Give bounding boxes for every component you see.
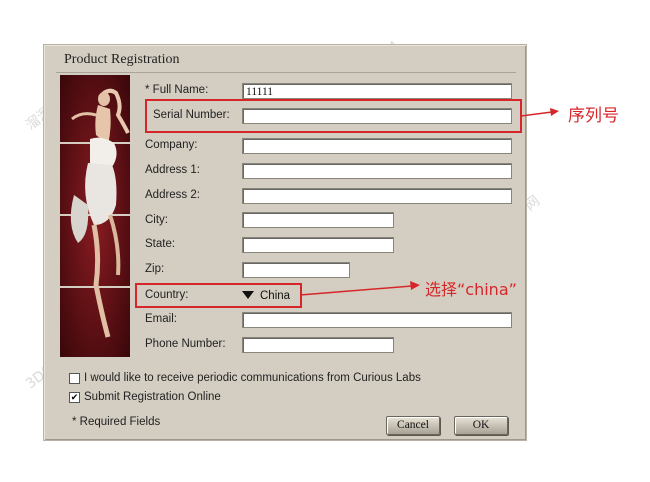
submit-online-checkbox[interactable]: ✔ (69, 392, 80, 403)
cancel-button[interactable]: Cancel (386, 416, 440, 435)
dialog-title: Product Registration (64, 52, 180, 67)
ok-button[interactable]: OK (454, 416, 508, 435)
email-field[interactable] (242, 312, 512, 328)
company-field[interactable] (242, 138, 512, 154)
state-field[interactable] (242, 237, 394, 253)
phone-label: Phone Number: (145, 338, 226, 350)
full-name-label: * Full Name: (145, 84, 209, 96)
checkmark-icon: ✔ (70, 392, 79, 402)
address1-field[interactable] (242, 163, 512, 179)
country-annotation-text: 选择“china” (425, 280, 517, 299)
communications-checkbox[interactable] (69, 373, 80, 384)
zip-field[interactable] (242, 262, 350, 278)
dancer-image (60, 75, 130, 357)
state-label: State: (145, 238, 176, 250)
country-highlight-box (135, 283, 302, 308)
serial-highlight-box (145, 99, 522, 133)
required-fields-note: * Required Fields (72, 416, 161, 428)
communications-label: I would like to receive periodic communi… (84, 372, 421, 384)
address2-field[interactable] (242, 188, 512, 204)
full-name-field[interactable]: 11111 (242, 83, 512, 99)
address1-label: Address 1: (145, 164, 200, 176)
email-label: Email: (145, 313, 177, 325)
phone-field[interactable] (242, 337, 394, 353)
company-label: Company: (145, 139, 198, 151)
zip-label: Zip: (145, 263, 165, 275)
address2-label: Address 2: (145, 189, 200, 201)
city-field[interactable] (242, 212, 394, 228)
serial-annotation-text: 序列号 (568, 106, 619, 126)
city-label: City: (145, 214, 168, 226)
submit-online-label: Submit Registration Online (84, 391, 221, 403)
title-divider (56, 72, 516, 73)
